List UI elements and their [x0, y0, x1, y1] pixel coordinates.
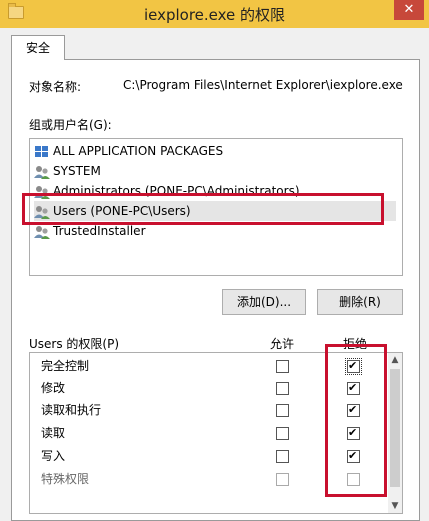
close-button[interactable]: ✕: [394, 0, 424, 20]
window-title: iexplore.exe 的权限: [143, 6, 286, 24]
allow-checkbox[interactable]: [276, 360, 289, 373]
allow-checkbox[interactable]: [276, 450, 289, 463]
add-button[interactable]: 添加(D)...: [222, 289, 306, 315]
permission-name: 写入: [41, 449, 66, 463]
remove-button[interactable]: 删除(R): [317, 289, 403, 315]
allow-checkbox[interactable]: [276, 382, 289, 395]
users-icon: [34, 225, 50, 239]
allow-checkbox[interactable]: [276, 404, 289, 417]
allow-header: 允许: [270, 337, 295, 351]
list-item-label: SYSTEM: [53, 164, 101, 178]
object-name-label: 对象名称:: [29, 80, 82, 94]
permission-name: 读取和执行: [41, 403, 102, 417]
scroll-down-icon[interactable]: ▼: [388, 499, 402, 513]
users-icon: [34, 165, 50, 179]
tab-security[interactable]: 安全: [11, 35, 65, 60]
permission-name: 读取: [41, 426, 66, 440]
title-bar: iexplore.exe 的权限 ✕: [0, 0, 429, 28]
permissions-label: Users 的权限(P): [29, 337, 120, 351]
group-user-label: 组或用户名(G):: [29, 118, 112, 132]
permission-name: 修改: [41, 381, 66, 395]
list-item[interactable]: SYSTEM: [34, 161, 396, 181]
list-item[interactable]: ALL APPLICATION PACKAGES: [34, 141, 396, 161]
allow-checkbox[interactable]: [276, 473, 289, 486]
allow-checkbox[interactable]: [276, 427, 289, 440]
scroll-thumb[interactable]: [390, 369, 400, 487]
app-packages-icon: [34, 145, 50, 159]
list-item-label: ALL APPLICATION PACKAGES: [53, 144, 224, 158]
highlight-frame-deny: [325, 344, 387, 497]
list-item-label: TrustedInstaller: [53, 224, 146, 238]
permissions-scrollbar[interactable]: ▲ ▼: [388, 353, 402, 513]
scroll-up-icon[interactable]: ▲: [388, 353, 402, 367]
permission-name: 特殊权限: [41, 472, 90, 486]
object-name-value: C:\Program Files\Internet Explorer\iexpl…: [123, 78, 403, 92]
highlight-frame-users: [22, 193, 384, 225]
permission-name: 完全控制: [41, 359, 90, 373]
